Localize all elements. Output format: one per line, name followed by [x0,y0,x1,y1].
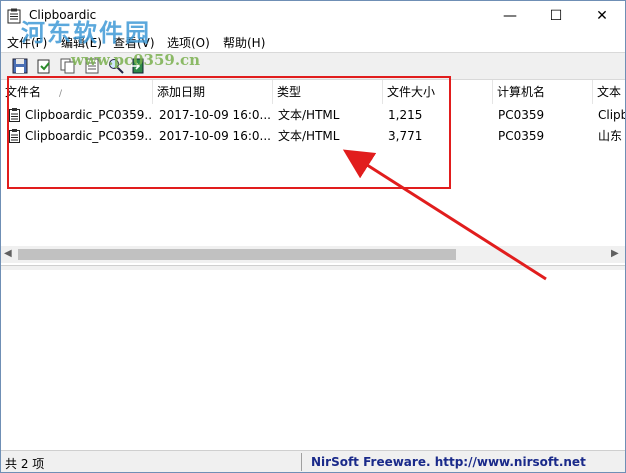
close-button[interactable]: ✕ [579,1,625,31]
scroll-right-arrow-icon[interactable]: ▶ [611,248,619,259]
watermark-url: www.pc0359.cn [71,51,201,69]
status-divider [301,453,302,471]
clipboard-icon [7,8,21,24]
scroll-left-arrow-icon[interactable]: ◀ [4,248,12,259]
item-count: 共 2 项 [5,457,45,471]
copy-to-clipboard-icon[interactable] [35,57,53,75]
cell-text: 山东 [598,129,623,143]
cell-computer: PC0359 [498,129,545,143]
maximize-button[interactable]: ☐ [533,1,579,31]
content-preview-pane[interactable] [1,270,625,449]
nirsoft-link[interactable]: NirSoft Freeware. http://www.nirsoft.net [311,455,586,469]
save-icon[interactable] [11,57,29,75]
cell-computer: PC0359 [498,108,545,122]
status-bar: 共 2 项 NirSoft Freeware. http://www.nirso… [1,450,625,472]
column-header-text[interactable]: 文本 [593,80,625,104]
minimize-button[interactable]: — [487,1,533,31]
horizontal-scrollbar[interactable]: ◀ ▶ [1,246,625,263]
cell-text: Clipb [598,108,625,122]
watermark-logo: 河东软件园 [21,18,151,47]
menu-options[interactable]: 选项(O) [167,34,210,51]
menu-help[interactable]: 帮助(H) [223,34,265,51]
app-window: Clipboardic — ☐ ✕ 文件(F) 编辑(E) 查看(V) 选项(O… [0,0,626,473]
annotation-highlight-box [7,76,451,189]
scrollbar-thumb[interactable] [18,249,456,260]
column-header-computer[interactable]: 计算机名 [493,80,593,104]
